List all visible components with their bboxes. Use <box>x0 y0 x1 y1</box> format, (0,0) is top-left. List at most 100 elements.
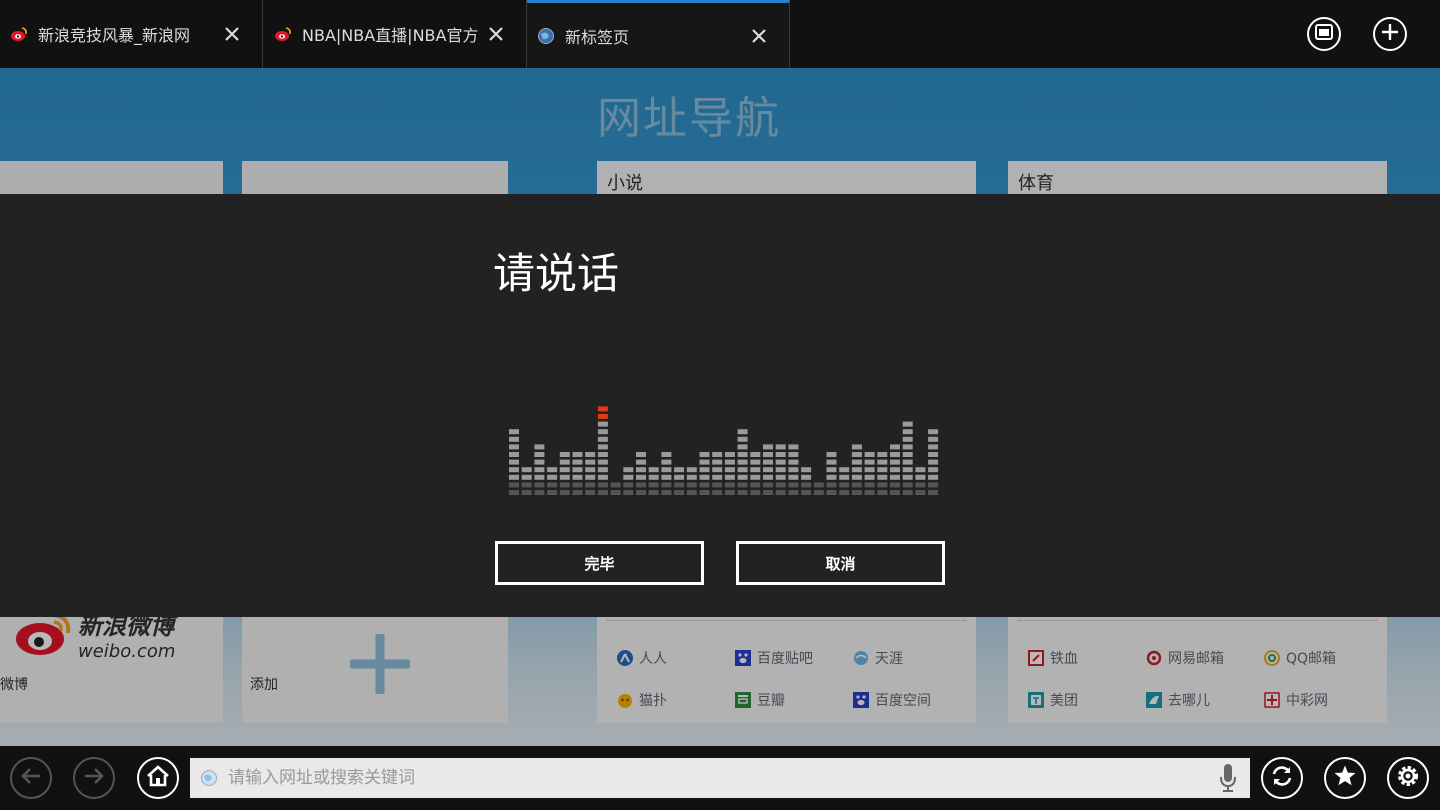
tab-new-tab[interactable]: 新标签页 <box>527 0 790 68</box>
level-segment <box>509 490 519 495</box>
close-icon[interactable] <box>741 18 777 54</box>
level-segment <box>775 459 786 465</box>
level-column <box>585 452 596 495</box>
level-segment <box>928 474 939 480</box>
level-segment <box>585 459 596 465</box>
level-column <box>839 467 850 495</box>
home-button[interactable] <box>137 757 179 799</box>
level-segment <box>674 467 685 473</box>
close-icon[interactable] <box>478 16 514 52</box>
url-input[interactable] <box>228 758 1206 798</box>
level-segment <box>559 490 570 495</box>
new-tab-button[interactable] <box>1373 17 1407 51</box>
level-segment <box>534 482 545 488</box>
level-segment <box>686 482 697 488</box>
level-segment <box>839 490 850 495</box>
level-column <box>788 444 799 495</box>
level-segment <box>712 490 723 495</box>
level-segment <box>509 474 519 480</box>
level-segment <box>521 490 532 495</box>
level-segment <box>775 444 786 450</box>
level-segment <box>686 474 697 480</box>
level-column <box>559 452 570 495</box>
level-segment <box>674 474 685 480</box>
favorites-button[interactable] <box>1324 757 1366 799</box>
level-column <box>623 467 634 495</box>
level-segment <box>509 429 519 435</box>
voice-cancel-button[interactable]: 取消 <box>736 541 945 585</box>
level-segment <box>737 452 748 457</box>
address-bar <box>190 758 1250 798</box>
tab-title: 新浪竞技风暴_新浪网 <box>38 26 191 45</box>
level-segment <box>509 482 519 488</box>
level-segment <box>674 482 685 488</box>
level-segment <box>788 444 799 450</box>
level-segment <box>547 467 558 473</box>
level-segment <box>763 474 773 480</box>
back-button[interactable] <box>10 757 52 799</box>
level-segment <box>623 482 634 488</box>
level-segment <box>712 452 723 457</box>
inprivate-tab-button[interactable] <box>1307 17 1341 51</box>
tab-sina-sports[interactable]: 新浪竞技风暴_新浪网 <box>0 0 263 68</box>
forward-button[interactable] <box>73 757 115 799</box>
level-column <box>801 467 812 495</box>
voice-done-button[interactable]: 完毕 <box>495 541 704 585</box>
level-segment <box>661 459 672 465</box>
level-segment <box>597 414 608 419</box>
level-segment <box>775 474 786 480</box>
level-segment <box>699 467 710 473</box>
settings-button[interactable] <box>1387 757 1429 799</box>
level-segment <box>547 482 558 488</box>
level-segment <box>521 467 532 473</box>
level-segment <box>928 482 939 488</box>
level-column <box>763 444 773 495</box>
level-segment <box>699 459 710 465</box>
level-segment <box>864 474 875 480</box>
level-segment <box>813 482 824 488</box>
level-segment <box>877 467 888 473</box>
tab-nba[interactable]: NBA|NBA直播|NBA官方 <box>264 0 527 68</box>
level-segment <box>826 474 837 480</box>
level-segment <box>724 490 735 495</box>
level-segment <box>661 490 672 495</box>
level-segment <box>737 436 748 442</box>
level-segment <box>890 490 900 495</box>
level-segment <box>928 467 939 473</box>
level-segment <box>597 482 608 488</box>
level-segment <box>534 490 545 495</box>
level-segment <box>864 490 875 495</box>
level-segment <box>610 490 621 495</box>
close-icon[interactable] <box>214 16 250 52</box>
level-segment <box>890 452 900 457</box>
level-segment <box>737 459 748 465</box>
level-segment <box>559 452 570 457</box>
level-segment <box>585 467 596 473</box>
level-segment <box>763 467 773 473</box>
level-segment <box>750 474 761 480</box>
level-segment <box>610 482 621 488</box>
level-segment <box>763 452 773 457</box>
level-segment <box>839 474 850 480</box>
level-segment <box>597 459 608 465</box>
level-segment <box>597 429 608 435</box>
level-segment <box>813 490 824 495</box>
level-segment <box>915 490 926 495</box>
level-segment <box>597 490 608 495</box>
level-segment <box>928 444 939 450</box>
level-segment <box>826 490 837 495</box>
level-segment <box>636 482 646 488</box>
level-segment <box>572 459 583 465</box>
refresh-button[interactable] <box>1261 757 1303 799</box>
level-segment <box>851 474 862 480</box>
level-segment <box>890 459 900 465</box>
level-segment <box>928 459 939 465</box>
level-segment <box>775 452 786 457</box>
level-segment <box>788 490 799 495</box>
level-segment <box>648 474 659 480</box>
level-segment <box>572 467 583 473</box>
microphone-icon[interactable] <box>1206 763 1250 793</box>
level-column <box>648 467 659 495</box>
level-segment <box>648 467 659 473</box>
level-segment <box>597 406 608 412</box>
